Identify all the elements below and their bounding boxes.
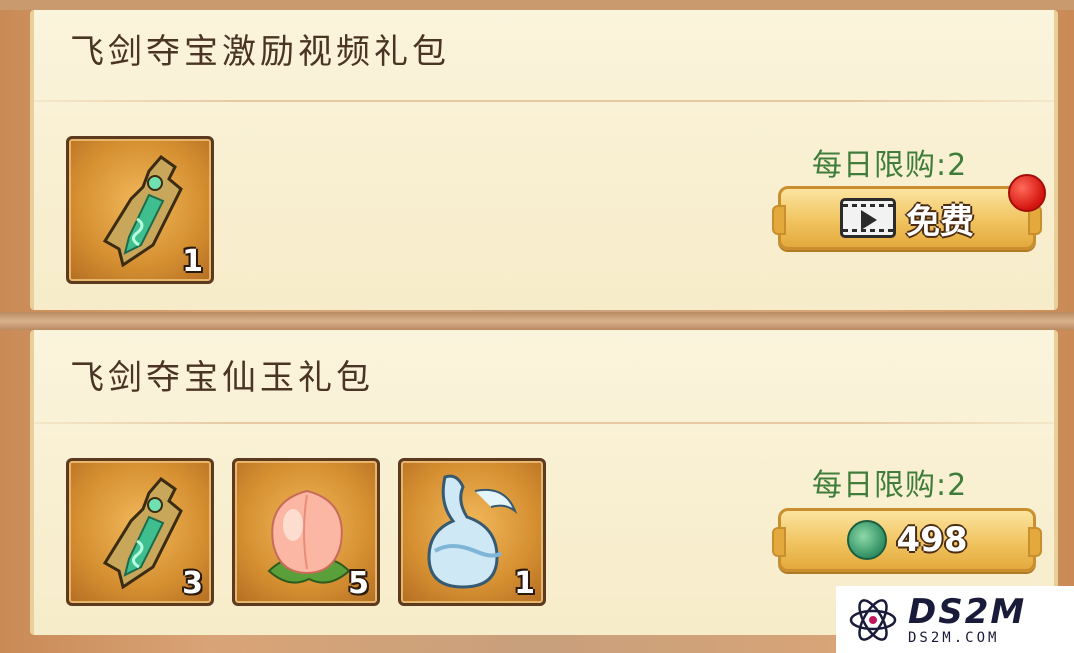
free-video-button[interactable]: 免费 bbox=[772, 186, 1042, 250]
atom-logo-icon bbox=[849, 598, 897, 641]
daily-limit-text: 每日限购:2 bbox=[812, 468, 968, 503]
title-divider bbox=[34, 100, 1054, 102]
watermark-title: DS2M bbox=[908, 591, 1027, 632]
item-count: 3 bbox=[182, 566, 203, 601]
price-label: 498 bbox=[896, 520, 968, 560]
item-slot-water-gourd[interactable]: 1 bbox=[398, 458, 546, 606]
watermark-subtitle: DS2M.COM bbox=[908, 629, 1000, 646]
top-frame-strip bbox=[0, 0, 1074, 10]
item-count: 1 bbox=[514, 566, 535, 601]
gift-pack-card-video: 飞剑夺宝激励视频礼包 1 每日限购:2 免费 bbox=[30, 10, 1058, 310]
button-label: 免费 bbox=[906, 201, 974, 242]
item-count: 5 bbox=[348, 566, 369, 601]
video-play-icon bbox=[840, 198, 896, 238]
pack-title: 飞剑夺宝仙玉礼包 bbox=[70, 358, 374, 398]
pack-title: 飞剑夺宝激励视频礼包 bbox=[70, 32, 450, 72]
card-separator bbox=[0, 312, 1074, 330]
item-count: 1 bbox=[182, 244, 203, 279]
notification-dot bbox=[1008, 174, 1046, 212]
daily-limit-text: 每日限购:2 bbox=[812, 148, 968, 183]
site-watermark: DS2M DS2M.COM bbox=[836, 586, 1074, 653]
item-slot-jade-sword[interactable]: 3 bbox=[66, 458, 214, 606]
item-slot-peach[interactable]: 5 bbox=[232, 458, 380, 606]
jade-currency-icon bbox=[846, 520, 887, 560]
item-slot-jade-sword[interactable]: 1 bbox=[66, 136, 214, 284]
title-divider bbox=[34, 422, 1054, 424]
buy-with-jade-button[interactable]: 498 bbox=[772, 508, 1042, 572]
